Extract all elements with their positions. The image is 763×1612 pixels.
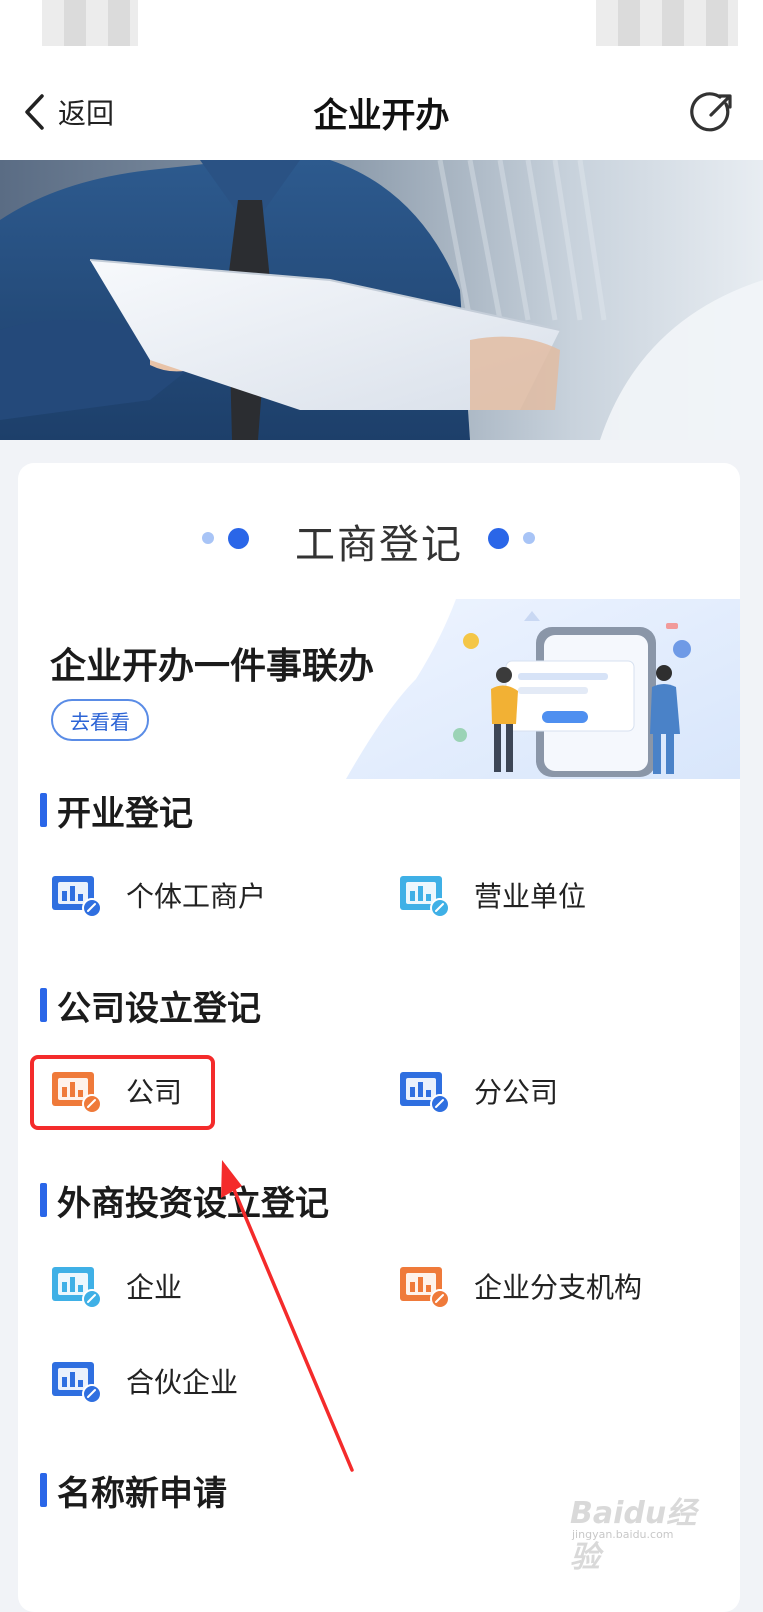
section-accent-bar <box>40 793 47 827</box>
building-form-icon <box>52 1072 102 1114</box>
business-registration-card: 工商登记 企业开办一件事联办 去看看 开业登记 个体工商户 营业单位 公司设立登… <box>18 463 740 1612</box>
menu-item-label: 分公司 <box>474 1076 559 1109</box>
status-bar <box>0 0 763 60</box>
building-form-icon <box>52 1362 102 1404</box>
hero-banner-image <box>0 160 763 440</box>
section-accent-bar <box>40 1473 47 1507</box>
building-form-icon <box>52 1267 102 1309</box>
card-header: 工商登记 <box>18 508 740 568</box>
section-accent-bar <box>40 988 47 1022</box>
status-bar-blurred-left <box>42 0 138 46</box>
menu-item-label: 企业分支机构 <box>474 1271 643 1304</box>
section-title: 外商投资设立登记 <box>40 1178 329 1224</box>
section-title-label: 外商投资设立登记 <box>57 1183 329 1224</box>
menu-item-individual-business[interactable]: 个体工商户 <box>50 865 266 925</box>
section-accent-bar <box>40 1183 47 1217</box>
decor-dot <box>488 528 509 549</box>
promo-view-button[interactable]: 去看看 <box>51 699 149 741</box>
menu-item-partnership[interactable]: 合伙企业 <box>50 1351 238 1411</box>
section-title-label: 开业登记 <box>57 793 193 834</box>
promo-illustration <box>346 599 740 779</box>
menu-item-enterprise[interactable]: 企业 <box>50 1256 182 1316</box>
section-title: 名称新申请 <box>40 1468 227 1514</box>
section-title-label: 名称新申请 <box>57 1473 227 1514</box>
section-title-label: 公司设立登记 <box>57 988 261 1029</box>
menu-item-branch-company[interactable]: 分公司 <box>398 1061 558 1121</box>
promo-banner[interactable]: 企业开办一件事联办 去看看 <box>18 599 740 779</box>
menu-item-label: 个体工商户 <box>126 880 267 913</box>
share-icon[interactable] <box>690 90 736 136</box>
menu-item-label: 营业单位 <box>474 880 587 913</box>
building-form-icon <box>52 876 102 918</box>
section-title: 公司设立登记 <box>40 983 261 1029</box>
building-form-icon <box>400 1072 450 1114</box>
section-title: 开业登记 <box>40 788 193 834</box>
watermark-logo: Baidu经验 jingyan.baidu.com <box>570 1488 720 1575</box>
navigation-bar: 返回 企业开办 <box>0 60 763 160</box>
building-form-icon <box>400 876 450 918</box>
promo-title: 企业开办一件事联办 <box>50 646 375 687</box>
menu-item-enterprise-branch[interactable]: 企业分支机构 <box>398 1256 642 1316</box>
card-title: 工商登记 <box>295 522 463 568</box>
menu-item-label: 企业 <box>126 1271 183 1304</box>
watermark-url: jingyan.baidu.com <box>572 1528 674 1541</box>
page-title: 企业开办 <box>313 96 450 136</box>
building-form-icon <box>400 1267 450 1309</box>
menu-item-business-unit[interactable]: 营业单位 <box>398 865 586 925</box>
menu-item-company[interactable]: 公司 <box>50 1061 182 1121</box>
decor-dot <box>523 532 535 544</box>
menu-item-label: 合伙企业 <box>126 1366 239 1399</box>
menu-item-label: 公司 <box>126 1076 183 1109</box>
status-bar-blurred-right <box>596 0 738 46</box>
